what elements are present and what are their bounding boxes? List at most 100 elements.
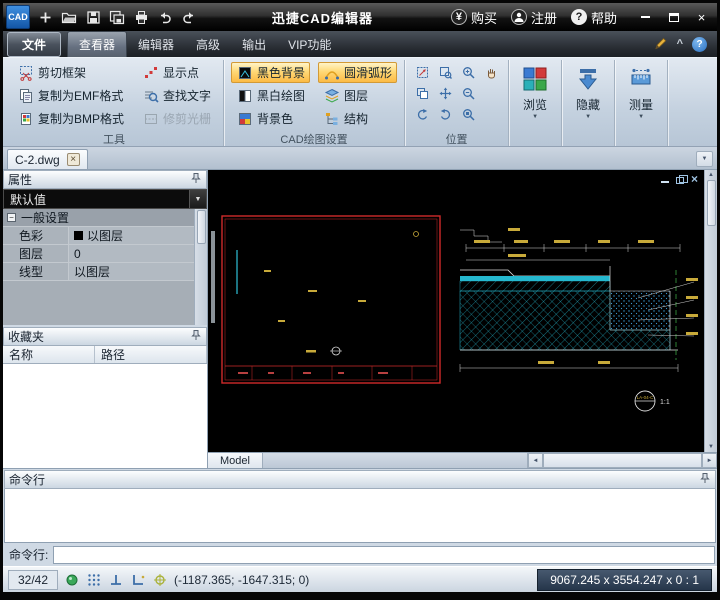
tab-output[interactable]: 输出 xyxy=(231,32,277,57)
scrollbar-thumb[interactable] xyxy=(543,453,702,468)
document-tab[interactable]: C-2.dwg × xyxy=(7,149,88,169)
save-button[interactable] xyxy=(82,6,104,28)
command-history[interactable] xyxy=(4,489,716,543)
browse-button[interactable]: 浏览 ▼ xyxy=(512,62,558,146)
ribbon-group-position: 位置 xyxy=(405,60,509,146)
copy-emf-icon xyxy=(17,88,34,104)
property-row-layer[interactable]: 图层 0 xyxy=(3,245,194,263)
copy-bmp-button[interactable]: 复制为BMP格式 xyxy=(12,108,129,129)
collapse-ribbon-icon[interactable]: ^ xyxy=(677,38,683,50)
tree-group-label: 一般设置 xyxy=(21,209,69,226)
trim-raster-button[interactable]: 修剪光栅 xyxy=(137,108,216,129)
document-tab-bar: C-2.dwg × ▼ xyxy=(3,147,717,170)
zoom-extents-button[interactable] xyxy=(412,63,432,82)
tab-viewer[interactable]: 查看器 xyxy=(67,31,127,57)
measure-icon xyxy=(628,66,654,95)
browse-icon xyxy=(522,66,548,95)
redo-button[interactable] xyxy=(178,6,200,28)
document-tab-close-icon[interactable]: × xyxy=(67,153,80,166)
previous-view-button[interactable] xyxy=(412,84,432,103)
hide-dropdown-icon[interactable]: ▼ xyxy=(585,114,591,120)
close-button[interactable]: × xyxy=(689,8,714,27)
properties-scrollbar[interactable] xyxy=(194,209,207,325)
open-file-button[interactable] xyxy=(58,6,80,28)
minimize-button[interactable] xyxy=(633,8,658,27)
scroll-up-icon[interactable]: ▲ xyxy=(708,171,714,179)
properties-pin-icon[interactable] xyxy=(190,172,202,187)
command-pin-icon[interactable] xyxy=(699,472,711,487)
save-all-button[interactable] xyxy=(106,6,128,28)
tab-advanced[interactable]: 高级 xyxy=(185,32,231,57)
find-text-button[interactable]: 查找文字 xyxy=(137,85,216,106)
zoom-in-button[interactable] xyxy=(458,63,478,82)
command-input[interactable] xyxy=(53,546,715,564)
bw-drawing-icon xyxy=(236,88,253,104)
maximize-button[interactable] xyxy=(661,8,686,27)
black-background-button[interactable]: 黑色背景 xyxy=(231,62,310,83)
bw-drawing-button[interactable]: 黑白绘图 xyxy=(231,85,310,106)
color-swatch xyxy=(74,231,83,240)
ribbon-help-icon[interactable]: ? xyxy=(692,37,707,52)
mdi-minimize-icon[interactable] xyxy=(661,181,669,183)
tree-expander-icon[interactable]: − xyxy=(7,213,16,222)
favorites-pin-icon[interactable] xyxy=(190,329,202,344)
hide-button[interactable]: 隐藏 ▼ xyxy=(565,62,611,146)
titlebar: CAD 迅捷CAD编辑器 ¥ 购买 注册 ? 帮助 × xyxy=(3,3,717,31)
buy-button[interactable]: ¥ 购买 xyxy=(451,8,497,27)
help-label: 帮助 xyxy=(591,8,617,27)
grid-icon[interactable] xyxy=(86,572,102,588)
undo-button[interactable] xyxy=(154,6,176,28)
mdi-close-icon[interactable]: × xyxy=(691,173,698,185)
smooth-arc-label: 圆滑弧形 xyxy=(344,64,392,81)
cut-frame-label: 剪切框架 xyxy=(38,64,86,81)
new-file-button[interactable] xyxy=(34,6,56,28)
background-color-button[interactable]: 背景色 xyxy=(231,108,310,129)
mdi-restore-icon[interactable] xyxy=(676,177,684,184)
copy-emf-button[interactable]: 复制为EMF格式 xyxy=(12,85,129,106)
browse-dropdown-icon[interactable]: ▼ xyxy=(532,114,538,120)
edit-pencil-icon[interactable] xyxy=(654,36,668,53)
tab-editor[interactable]: 编辑器 xyxy=(127,32,185,57)
scroll-right-icon[interactable]: ► xyxy=(702,453,717,468)
drawing-viewport[interactable]: LA-04-C 1:1 × xyxy=(208,170,704,452)
scrollbar-thumb[interactable] xyxy=(197,210,206,244)
show-points-button[interactable]: 显示点 xyxy=(137,62,216,83)
smooth-arc-button[interactable]: 圆滑弧形 xyxy=(318,62,397,83)
rotate-cw-button[interactable] xyxy=(435,105,455,124)
layers-button[interactable]: 图层 xyxy=(318,85,397,106)
cut-frame-button[interactable]: 剪切框架 xyxy=(12,62,129,83)
file-menu-button[interactable]: 文件 xyxy=(7,32,61,57)
measure-button[interactable]: 测量 ▼ xyxy=(618,62,664,146)
polar-icon[interactable] xyxy=(130,572,146,588)
zoom-window-button[interactable] xyxy=(435,63,455,82)
tree-group-row[interactable]: − 一般设置 xyxy=(3,209,194,227)
zoom-out-button[interactable] xyxy=(458,84,478,103)
tab-vip[interactable]: VIP功能 xyxy=(277,32,342,57)
property-row-color[interactable]: 色彩 以图层 xyxy=(3,227,194,245)
pan-dynamic-button[interactable] xyxy=(435,84,455,103)
structure-button[interactable]: 结构 xyxy=(318,108,397,129)
scrollbar-thumb[interactable] xyxy=(707,180,716,226)
tab-list-dropdown[interactable]: ▼ xyxy=(696,151,713,167)
model-tab[interactable]: Model xyxy=(208,453,263,468)
ribbon: 剪切框架 复制为EMF格式 复制为BMP格式 显示点 xyxy=(3,57,717,147)
canvas-horizontal-scrollbar[interactable]: ◄ ► xyxy=(527,453,717,468)
property-row-linetype[interactable]: 线型 以图层 xyxy=(3,263,194,281)
scroll-left-icon[interactable]: ◄ xyxy=(528,453,543,468)
zoom-selection-button[interactable] xyxy=(458,105,478,124)
canvas-vertical-scrollbar[interactable]: ▲ ▼ xyxy=(704,170,717,452)
help-button[interactable]: ? 帮助 xyxy=(571,8,617,27)
favorites-list[interactable] xyxy=(3,364,207,468)
pan-button[interactable] xyxy=(481,63,501,82)
preset-dropdown[interactable]: 默认值 ▼ xyxy=(3,189,207,209)
print-button[interactable] xyxy=(130,6,152,28)
rotate-ccw-button[interactable] xyxy=(412,105,432,124)
column-header-name[interactable]: 名称 xyxy=(3,346,95,363)
scroll-down-icon[interactable]: ▼ xyxy=(708,443,714,451)
column-header-path[interactable]: 路径 xyxy=(95,346,207,363)
ortho-icon[interactable] xyxy=(108,572,124,588)
register-button[interactable]: 注册 xyxy=(511,8,557,27)
properties-header: 属性 xyxy=(3,170,207,189)
osnap-icon[interactable] xyxy=(64,572,80,588)
measure-dropdown-icon[interactable]: ▼ xyxy=(638,114,644,120)
